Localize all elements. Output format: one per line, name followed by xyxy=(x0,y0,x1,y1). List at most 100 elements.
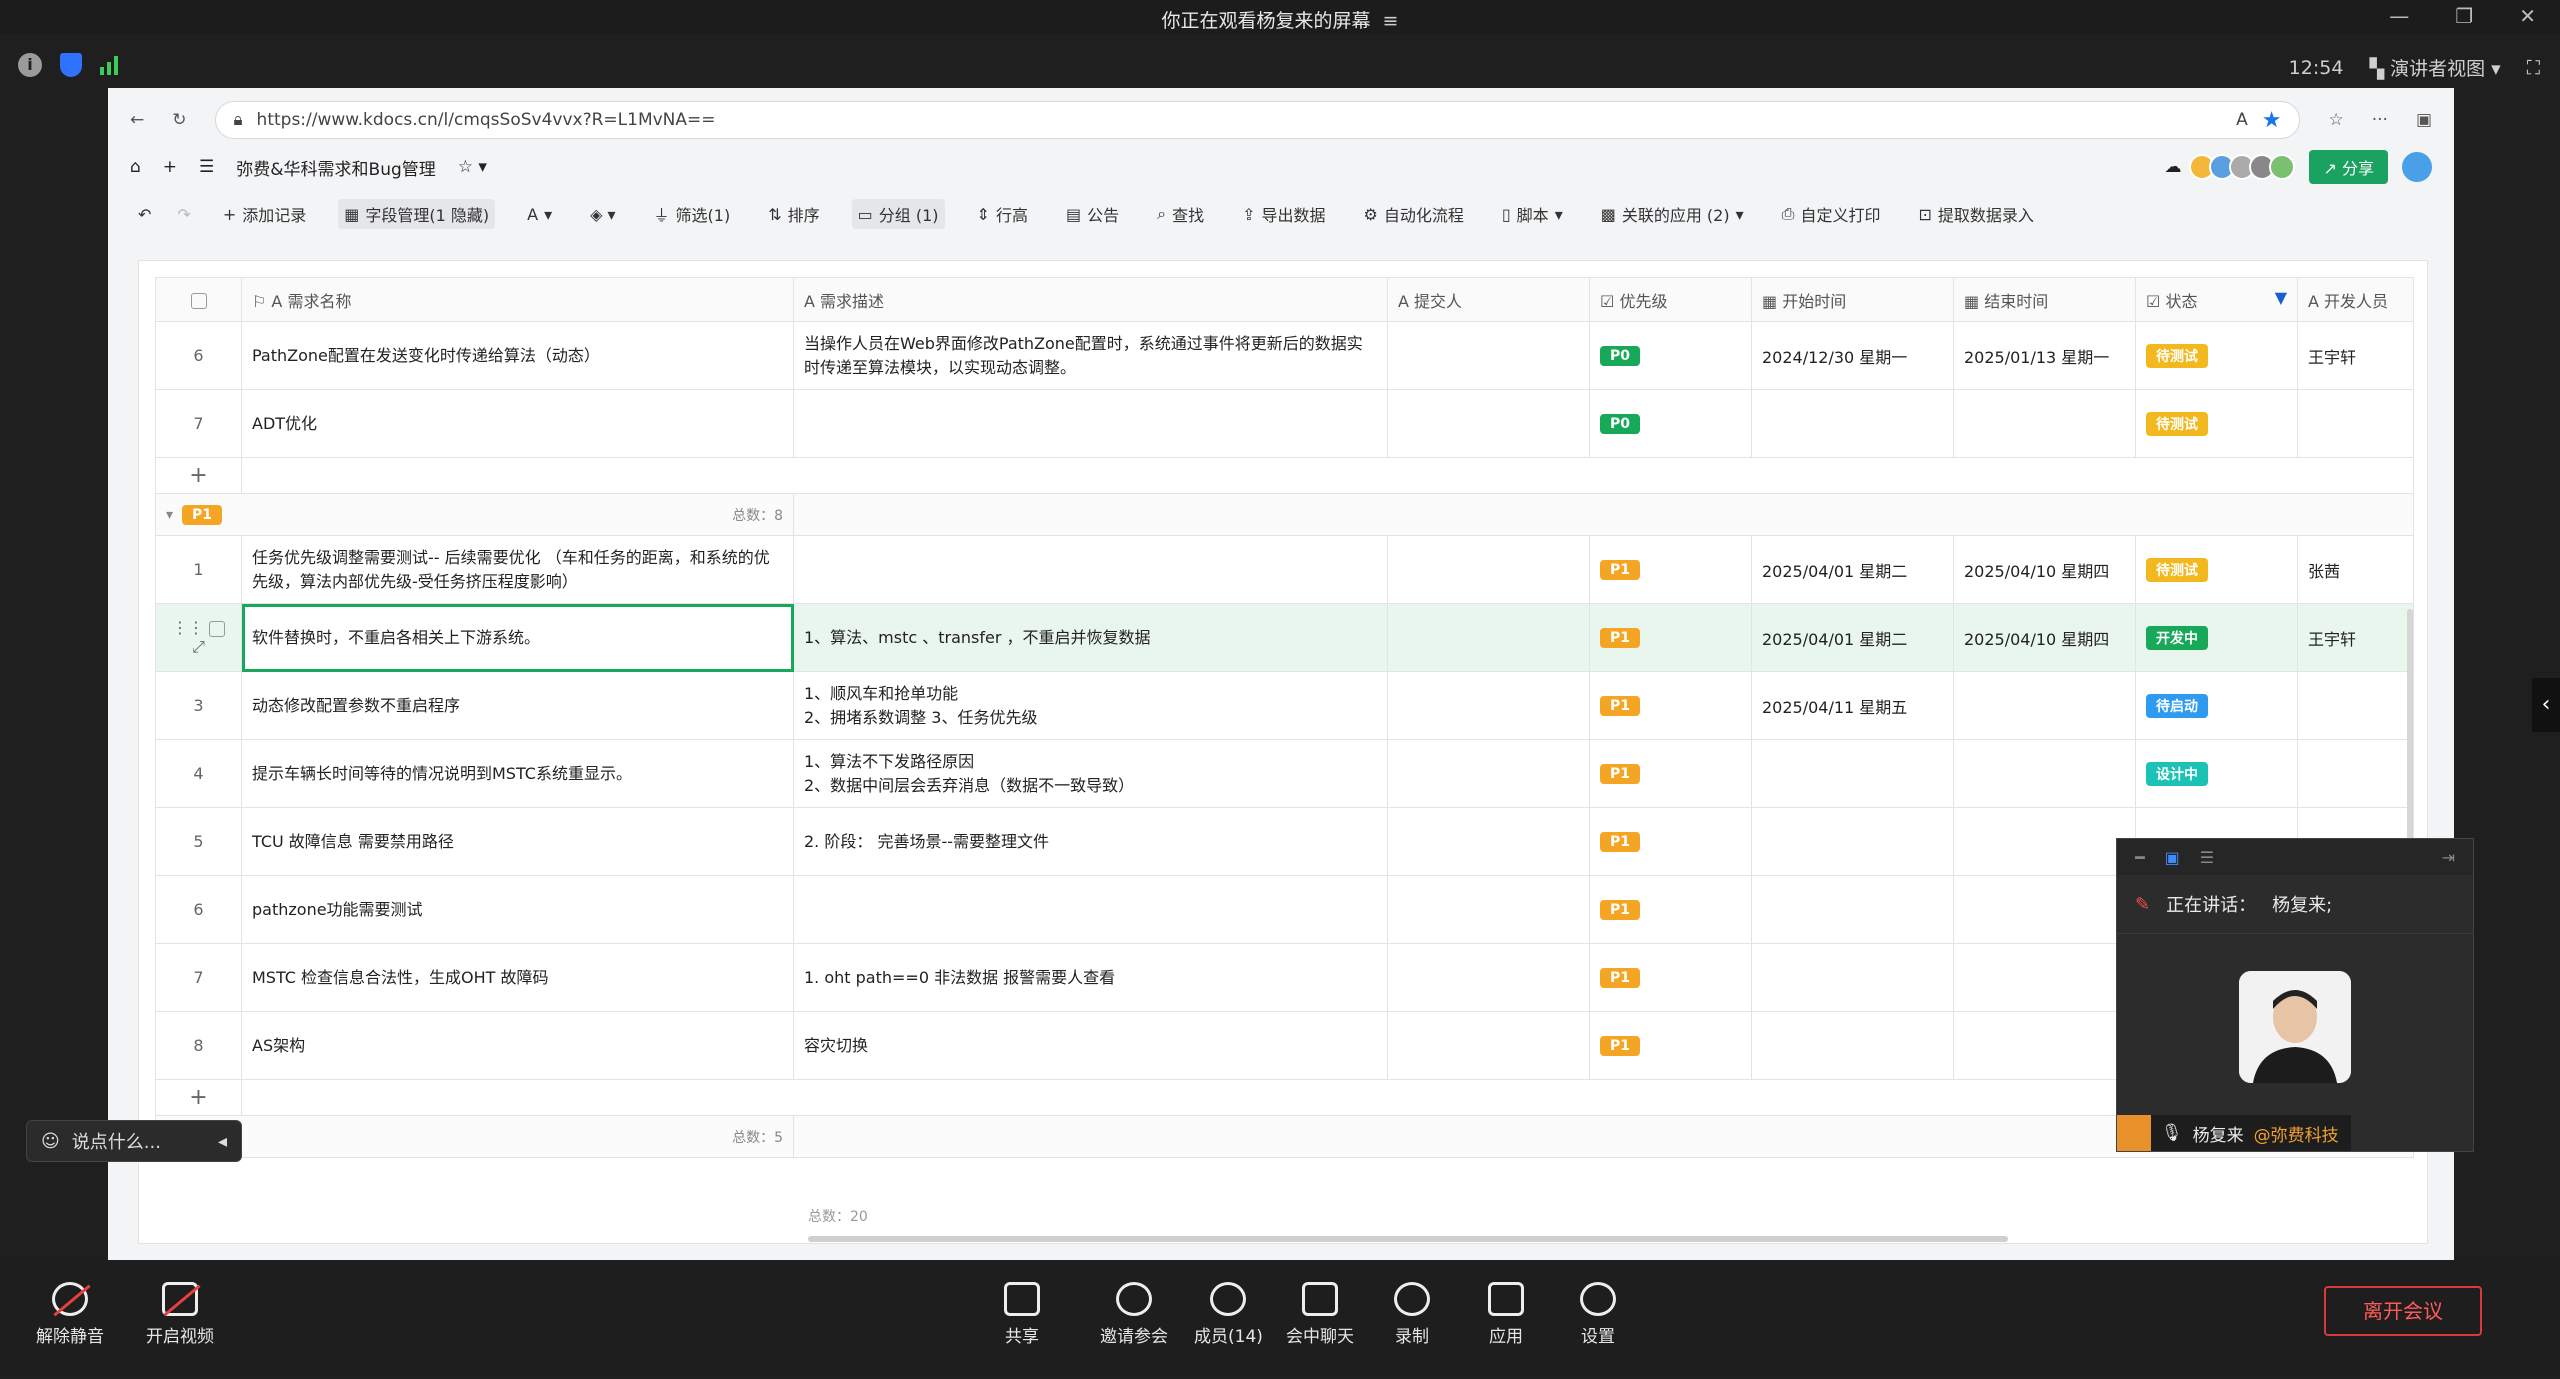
cell-priority[interactable]: P1 xyxy=(1589,807,1752,876)
cell-end[interactable] xyxy=(1953,943,2136,1012)
cell-desc[interactable]: 1、算法不下发路径原因 2、数据中间层会丢弃消息（数据不一致导致） xyxy=(793,739,1388,808)
menu-icon[interactable]: ☰ xyxy=(199,157,214,177)
menu-icon[interactable]: ≡ xyxy=(1383,10,1399,32)
cell-desc[interactable]: 容灾切换 xyxy=(793,1011,1388,1080)
reload-icon[interactable]: ↻ xyxy=(172,110,186,130)
add-row-icon[interactable]: + xyxy=(155,457,242,494)
table-row[interactable]: 4 提示车辆长时间等待的情况说明到MSTC系统重显示。 1、算法不下发路径原因 … xyxy=(155,739,2414,808)
table-row[interactable]: 6 PathZone配置在发送变化时传递给算法（动态） 当操作人员在Web界面修… xyxy=(155,321,2414,390)
cell-desc[interactable] xyxy=(793,535,1388,604)
cell-start[interactable] xyxy=(1751,875,1954,944)
redo-icon[interactable]: ↷ xyxy=(177,205,190,224)
chat-input-bubble[interactable]: ☺ 说点什么... ◂ xyxy=(26,1120,242,1162)
cell-priority[interactable]: P1 xyxy=(1589,943,1752,1012)
cell-priority[interactable]: P1 xyxy=(1589,875,1752,944)
share-button[interactable]: ↗ 分享 xyxy=(2309,150,2388,184)
list-icon[interactable]: ☰ xyxy=(2200,848,2214,867)
cell-name[interactable]: 任务优先级调整需要测试-- 后续需要优化 （车和任务的距离，和系统的优先级，算法… xyxy=(241,535,794,604)
cell-end[interactable] xyxy=(1953,807,2136,876)
cell-end[interactable] xyxy=(1953,389,2136,458)
cell-dev[interactable]: 张茜 xyxy=(2297,535,2414,604)
cell-submitter[interactable] xyxy=(1387,535,1590,604)
cell-desc[interactable]: 2. 阶段： 完善场景--需要整理文件 xyxy=(793,807,1388,876)
collapse-icon[interactable]: ▾ xyxy=(166,507,173,523)
cell-dev[interactable]: 王宇轩 xyxy=(2297,603,2414,672)
panel-exit-icon[interactable]: ⇥ xyxy=(2442,848,2455,867)
toolbar-field-manage[interactable]: ▦ 字段管理(1 隐藏) xyxy=(338,199,496,229)
cell-name-editing[interactable]: 软件替换时，不重启各相关上下游系统。 xyxy=(241,603,794,672)
avatar[interactable] xyxy=(2402,152,2432,182)
cell-end[interactable] xyxy=(1953,739,2136,808)
cell-end[interactable] xyxy=(1953,875,2136,944)
share-screen-button[interactable]: 共享 xyxy=(1004,1282,1040,1347)
add-row[interactable]: + xyxy=(155,1079,2414,1116)
cell-start[interactable] xyxy=(1751,389,1954,458)
emoji-icon[interactable]: ☺ xyxy=(41,1131,60,1152)
col-header-desc[interactable]: A 需求描述 xyxy=(793,277,1388,322)
group-header-p2[interactable]: ▾ P2总数：5 xyxy=(155,1115,2414,1158)
cell-submitter[interactable] xyxy=(1387,739,1590,808)
horizontal-scrollbar[interactable] xyxy=(808,1236,2008,1242)
apps-button[interactable]: 应用 xyxy=(1488,1282,1524,1347)
chat-button[interactable]: 会中聊天 xyxy=(1286,1282,1354,1347)
speaker-avatar[interactable] xyxy=(2239,971,2351,1083)
cell-name[interactable]: TCU 故障信息 需要禁用路径 xyxy=(241,807,794,876)
cell-submitter[interactable] xyxy=(1387,943,1590,1012)
cell-start[interactable] xyxy=(1751,1011,1954,1080)
cell-dev[interactable] xyxy=(2297,739,2414,808)
settings-button[interactable]: 设置 xyxy=(1580,1282,1616,1347)
table-row[interactable]: 1 任务优先级调整需要测试-- 后续需要优化 （车和任务的距离，和系统的优先级，… xyxy=(155,535,2414,604)
cell-dev[interactable] xyxy=(2297,671,2414,740)
col-header-priority[interactable]: ☑ 优先级 xyxy=(1589,277,1752,322)
add-row[interactable]: + xyxy=(155,457,2414,494)
cell-name[interactable]: PathZone配置在发送变化时传递给算法（动态） xyxy=(241,321,794,390)
col-header-dev[interactable]: A 开发人员 xyxy=(2297,277,2414,322)
table-row[interactable]: 7 ADT优化 P0 待测试 xyxy=(155,389,2414,458)
start-video-button[interactable]: 开启视频 xyxy=(146,1282,214,1347)
cell-priority[interactable]: P0 xyxy=(1589,321,1752,390)
undo-icon[interactable]: ↶ xyxy=(138,205,151,224)
toolbar-export[interactable]: ⇪ 导出数据 xyxy=(1236,199,1331,229)
cell-submitter[interactable] xyxy=(1387,321,1590,390)
row-handle[interactable]: ⋮⋮ ⤢ xyxy=(155,603,242,672)
collaborator-avatars[interactable] xyxy=(2189,154,2296,180)
cell-status[interactable]: 待测试 xyxy=(2135,321,2298,390)
cell-status[interactable]: 待测试 xyxy=(2135,535,2298,604)
cell-end[interactable] xyxy=(1953,671,2136,740)
add-row-icon[interactable]: + xyxy=(155,1079,242,1116)
cell-start[interactable]: 2025/04/11 星期五 xyxy=(1751,671,1954,740)
cell-end[interactable]: 2025/01/13 星期一 xyxy=(1953,321,2136,390)
toolbar-group[interactable]: ▭ 分组 (1) xyxy=(851,199,945,229)
cell-desc[interactable]: 1、顺风车和抢单功能 2、拥堵系数调整 3、任务优先级 xyxy=(793,671,1388,740)
cell-priority[interactable]: P1 xyxy=(1589,671,1752,740)
cell-submitter[interactable] xyxy=(1387,807,1590,876)
cell-desc[interactable] xyxy=(793,875,1388,944)
cell-priority[interactable]: P1 xyxy=(1589,1011,1752,1080)
maximize-icon[interactable]: ❐ xyxy=(2455,4,2473,28)
cell-desc[interactable]: 1、算法、mstc 、transfer ，不重启并恢复数据 xyxy=(793,603,1388,672)
cell-name[interactable]: MSTC 检查信息合法性，生成OHT 故障码 xyxy=(241,943,794,1012)
cell-submitter[interactable] xyxy=(1387,389,1590,458)
col-header-end[interactable]: ▦ 结束时间 xyxy=(1953,277,2136,322)
table-row[interactable]: 6 pathzone功能需要测试 P1 xyxy=(155,875,2414,944)
members-button[interactable]: 成员(14) xyxy=(1194,1282,1263,1347)
cell-status[interactable]: 设计中 xyxy=(2135,739,2298,808)
table-row[interactable]: 5 TCU 故障信息 需要禁用路径 2. 阶段： 完善场景--需要整理文件 P1 xyxy=(155,807,2414,876)
col-header-submitter[interactable]: A 提交人 xyxy=(1387,277,1590,322)
favorites-icon[interactable]: ☆ xyxy=(2328,110,2343,130)
cell-start[interactable]: 2025/04/01 星期二 xyxy=(1751,603,1954,672)
cell-status[interactable]: 待启动 xyxy=(2135,671,2298,740)
leave-meeting-button[interactable]: 离开会议 xyxy=(2324,1286,2482,1336)
cell-name[interactable]: AS架构 xyxy=(241,1011,794,1080)
toolbar-notice[interactable]: ▤ 公告 xyxy=(1060,199,1125,229)
minimize-panel-icon[interactable]: ━ xyxy=(2135,848,2145,867)
cell-name[interactable]: 提示车辆长时间等待的情况说明到MSTC系统重显示。 xyxy=(241,739,794,808)
select-all-checkbox[interactable] xyxy=(155,277,242,322)
toolbar-sort[interactable]: ⇅ 排序 xyxy=(762,199,825,229)
cell-priority[interactable]: P1 xyxy=(1589,739,1752,808)
cell-dev[interactable]: 王宇轩 xyxy=(2297,321,2414,390)
favorite-star-icon[interactable]: ★ xyxy=(2262,108,2282,133)
toolbar-print[interactable]: ⎙ 自定义打印 xyxy=(1776,199,1887,229)
group-header-p1[interactable]: ▾ P1 总数：8 xyxy=(155,493,2414,536)
cell-desc[interactable] xyxy=(793,389,1388,458)
